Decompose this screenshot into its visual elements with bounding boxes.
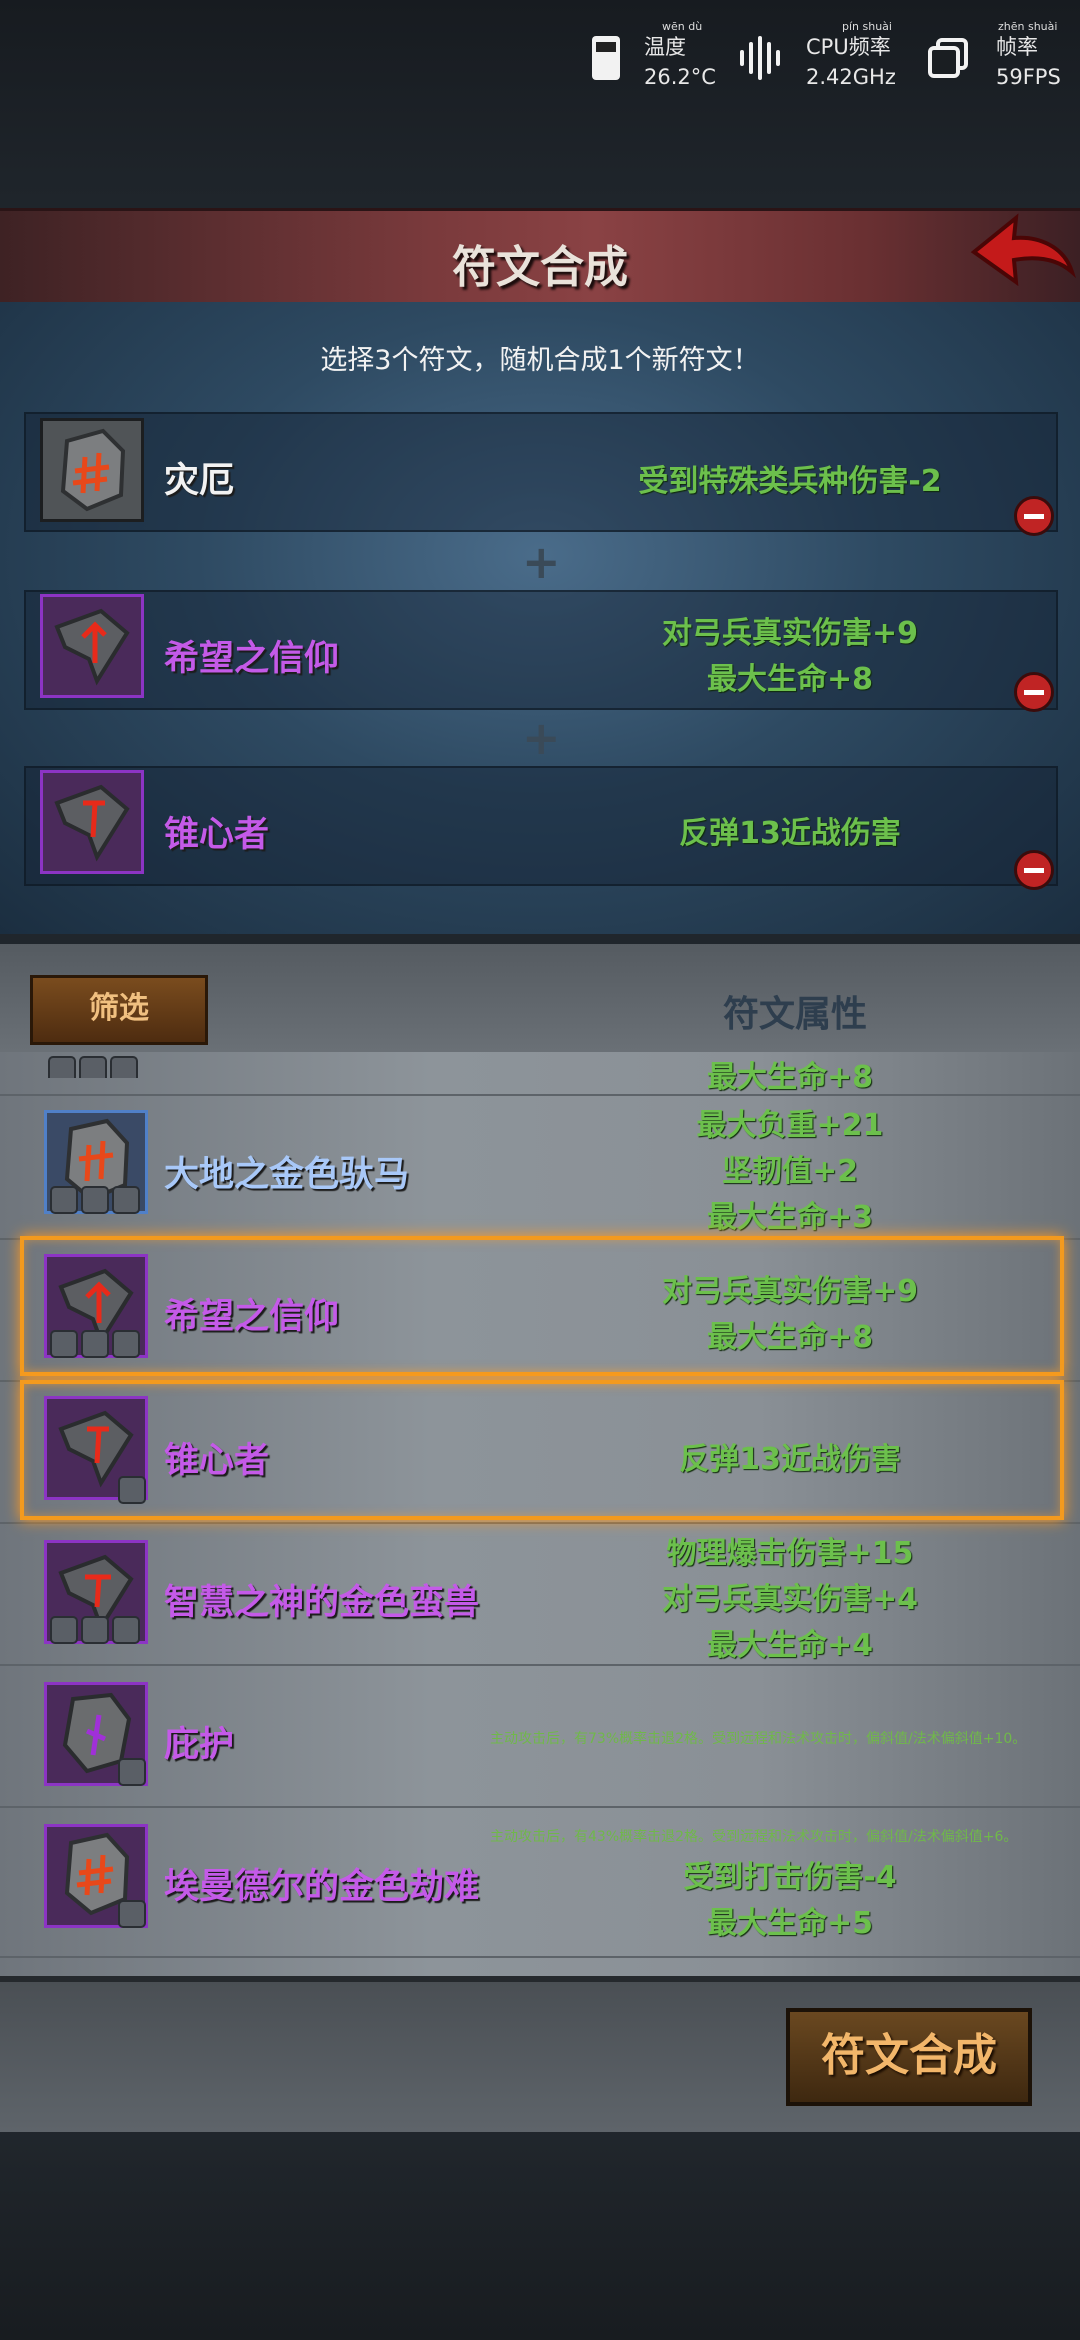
fps-value: 59FPS xyxy=(996,65,1061,89)
page-title: 符文合成 xyxy=(452,242,628,293)
rune-attr: 最大生命+8 xyxy=(706,1060,873,1095)
cpu-label: CPU频率 xyxy=(806,35,891,59)
fps-pinyin: zhēn shuài xyxy=(998,20,1058,33)
rune-tag-badges xyxy=(50,1330,143,1360)
rune-attr: 对弓兵真实伤害+9 xyxy=(661,1274,918,1309)
rune-effect-text: 主动攻击后，有73%概率击退2格。受到远程和法术攻击时，偏斜值/法术偏斜值+10… xyxy=(490,1731,1027,1747)
synthesis-hint: 选择3个符文，随机合成1个新符文！ xyxy=(320,345,760,376)
plus-icon: + xyxy=(522,711,561,765)
rune-attr: 最大负重+21 xyxy=(696,1108,884,1143)
rune-tag-badges xyxy=(118,1476,149,1506)
plus-icon: + xyxy=(522,535,561,589)
rune-attr: 最大生命+5 xyxy=(706,1906,873,1941)
rune-name: 大地之金色驮马 xyxy=(164,1155,410,1195)
slot-rune-attr: 最大生命+8 xyxy=(706,662,873,697)
temp-value: 26.2°C xyxy=(644,65,716,89)
slot-rune-name: 锥心者 xyxy=(164,815,270,855)
rune-name: 埃曼德尔的金色劫难 xyxy=(164,1867,480,1907)
rune-tag-badges xyxy=(50,1616,143,1646)
thermometer-icon xyxy=(592,36,620,80)
rune-name: 庇护 xyxy=(164,1725,235,1765)
filter-button[interactable]: 筛选 xyxy=(30,975,208,1045)
rune-attr: 反弹13近战伤害 xyxy=(679,1442,901,1477)
temp-label: 温度 xyxy=(644,35,686,59)
rune-attr: 物理爆击伤害+15 xyxy=(666,1536,914,1571)
slot-rune-name: 灾厄 xyxy=(164,461,235,501)
rune-attr: 最大生命+8 xyxy=(706,1320,873,1355)
rune-tag-badges xyxy=(118,1758,149,1788)
title-bar: 符文合成 xyxy=(0,208,1080,309)
cpu-pinyin: pín shuài xyxy=(842,20,892,33)
remove-slot-button[interactable] xyxy=(1014,672,1054,712)
rune-tag-badges xyxy=(118,1900,149,1930)
rune-effect-text: 主动攻击后，有43%概率击退2格。受到远程和法术攻击时，偏斜值/法术偏斜值+6。 xyxy=(490,1829,1018,1845)
rune-name: 希望之信仰 xyxy=(164,1297,340,1337)
synthesize-button[interactable]: 符文合成 xyxy=(786,2008,1032,2106)
slot-rune-attr: 受到特殊类兵种伤害-2 xyxy=(638,464,942,499)
back-arrow-icon[interactable] xyxy=(968,212,1076,292)
rune-tag-badges xyxy=(50,1186,143,1216)
attribute-column-header: 符文属性 xyxy=(722,994,867,1035)
slot-rune-attr: 反弹13近战伤害 xyxy=(679,816,901,851)
rune-attr: 受到打击伤害-4 xyxy=(683,1860,897,1895)
rune-tag-badges xyxy=(48,1056,141,1078)
rune-stone-icon xyxy=(40,770,144,874)
rune-name: 锥心者 xyxy=(164,1441,270,1481)
cpu-wave-icon xyxy=(740,36,780,80)
rune-stone-icon xyxy=(40,594,144,698)
cpu-value: 2.42GHz xyxy=(806,65,896,89)
temp-pinyin: wēn dù xyxy=(662,20,703,33)
remove-slot-button[interactable] xyxy=(1014,850,1054,890)
fps-frames-icon xyxy=(928,38,968,78)
slot-rune-attr: 对弓兵真实伤害+9 xyxy=(661,616,918,651)
fps-label: 帧率 xyxy=(996,35,1038,59)
rune-name: 智慧之神的金色蛮兽 xyxy=(164,1583,480,1623)
slot-rune-name: 希望之信仰 xyxy=(164,639,340,679)
rune-stone-icon xyxy=(40,418,144,522)
rune-attr: 坚韧值+2 xyxy=(721,1154,858,1189)
remove-slot-button[interactable] xyxy=(1014,496,1054,536)
rune-attr: 最大生命+4 xyxy=(706,1628,873,1663)
rune-attr: 最大生命+3 xyxy=(706,1200,873,1235)
rune-attr: 对弓兵真实伤害+4 xyxy=(661,1582,918,1617)
